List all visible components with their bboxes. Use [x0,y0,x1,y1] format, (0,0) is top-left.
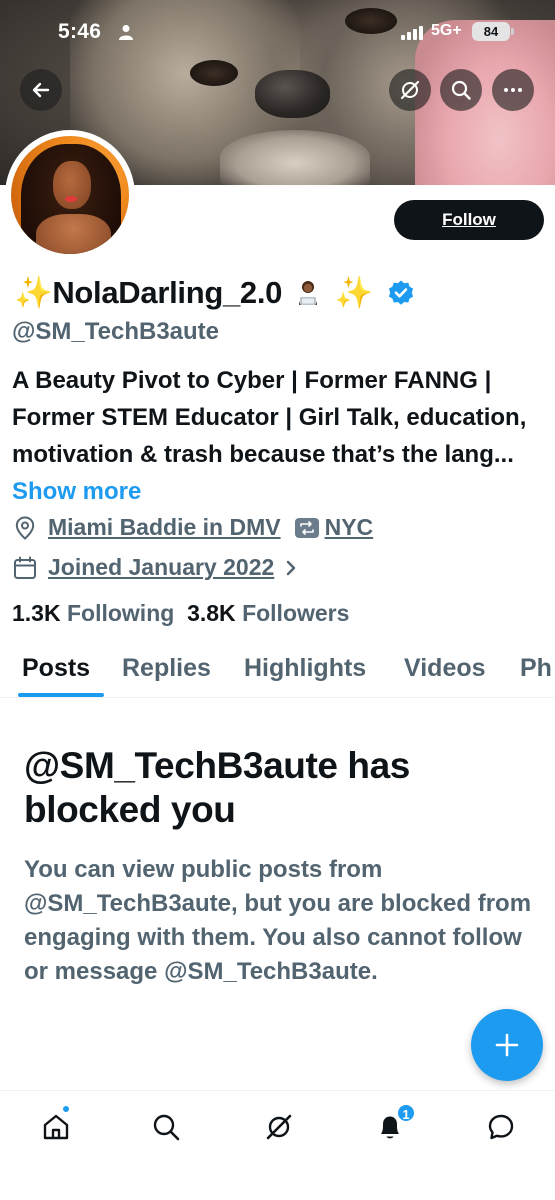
follow-counts: 1.3K Following 3.8K Followers [12,600,349,627]
search-icon [451,80,471,100]
profile-location: Miami Baddie in DMV NYC [12,514,373,541]
plus-icon [495,1033,519,1057]
notifications-badge: 1 [396,1103,416,1123]
profile-avatar[interactable] [5,130,135,260]
back-button[interactable] [20,69,62,111]
following-label: Following [66,600,175,626]
banner-dog-muzzle [220,130,370,185]
followers-label: Followers [242,600,350,626]
profile-joined-date[interactable]: Joined January 2022 [12,554,300,581]
blocked-description: You can view public posts from @SM_TechB… [24,856,532,985]
banner-dog-nose [255,70,330,118]
nav-search[interactable] [148,1109,184,1145]
followers-link[interactable]: 3.8K Followers [187,600,349,626]
followers-count: 3.8K [187,600,236,626]
compose-post-button[interactable] [471,1009,543,1081]
following-count: 1.3K [12,600,61,626]
display-name: NolaDarling_2.0 [52,275,283,310]
blocked-title: @SM_TechB3aute has blocked you [24,745,410,830]
avatar-body [36,214,111,254]
grok-button[interactable] [389,69,431,111]
person-icon [119,25,133,40]
search-button[interactable] [440,69,482,111]
cellular-signal-icon [401,26,423,40]
tab-posts[interactable]: Posts [22,654,90,683]
location-link-primary[interactable]: Miami Baddie in DMV [48,514,281,541]
message-bubble-icon [488,1114,514,1140]
follow-button[interactable]: Follow [394,200,544,240]
arrow-left-icon [32,82,50,98]
avatar-lips [65,196,77,202]
joined-date-text[interactable]: Joined January 2022 [48,554,274,581]
following-link[interactable]: 1.3K Following [12,600,174,626]
profile-tabs: Posts Replies Highlights Videos Ph [0,640,555,698]
show-more-link[interactable]: Show more [12,478,141,505]
profile-handle: @SM_TechB3aute [12,318,220,345]
status-time: 5:46 [58,20,102,43]
home-icon [43,1114,69,1140]
grok-icon [400,80,420,100]
status-bar: 5:46 5G+ 84 [0,0,555,64]
tab-photos[interactable]: Ph [520,654,552,683]
nav-grok[interactable] [261,1109,297,1145]
avatar-image [11,136,129,254]
nav-messages[interactable] [483,1109,519,1145]
woman-technologist-icon [299,281,318,305]
repeat-icon [294,517,319,538]
sparkles-emoji: ✨ [14,275,53,310]
verified-badge-icon[interactable] [387,279,415,307]
tab-replies[interactable]: Replies [122,654,211,683]
tab-highlights[interactable]: Highlights [244,654,366,683]
location-pin-icon [15,515,35,540]
nav-home[interactable] [38,1109,74,1145]
more-options-button[interactable] [492,69,534,111]
location-link-secondary[interactable]: NYC [325,514,374,541]
chevron-right-icon [287,560,296,575]
profile-bio: A Beauty Pivot to Cyber | Former FANNG |… [12,362,542,510]
bio-text: A Beauty Pivot to Cyber | Former FANNG |… [12,367,527,468]
search-icon [153,1114,180,1141]
display-name-row: ✨NolaDarling_2.0 ✨ [14,274,415,311]
bottom-navigation: 1 [0,1090,555,1200]
sparkles-emoji: ✨ [334,275,374,310]
more-horizontal-icon [504,88,522,92]
network-type: 5G+ [431,22,462,39]
battery-indicator: 84 [472,22,514,41]
calendar-icon [14,556,36,579]
grok-icon [266,1114,292,1140]
home-unread-dot [62,1105,70,1113]
tab-videos[interactable]: Videos [404,654,486,683]
active-tab-indicator [18,693,104,697]
